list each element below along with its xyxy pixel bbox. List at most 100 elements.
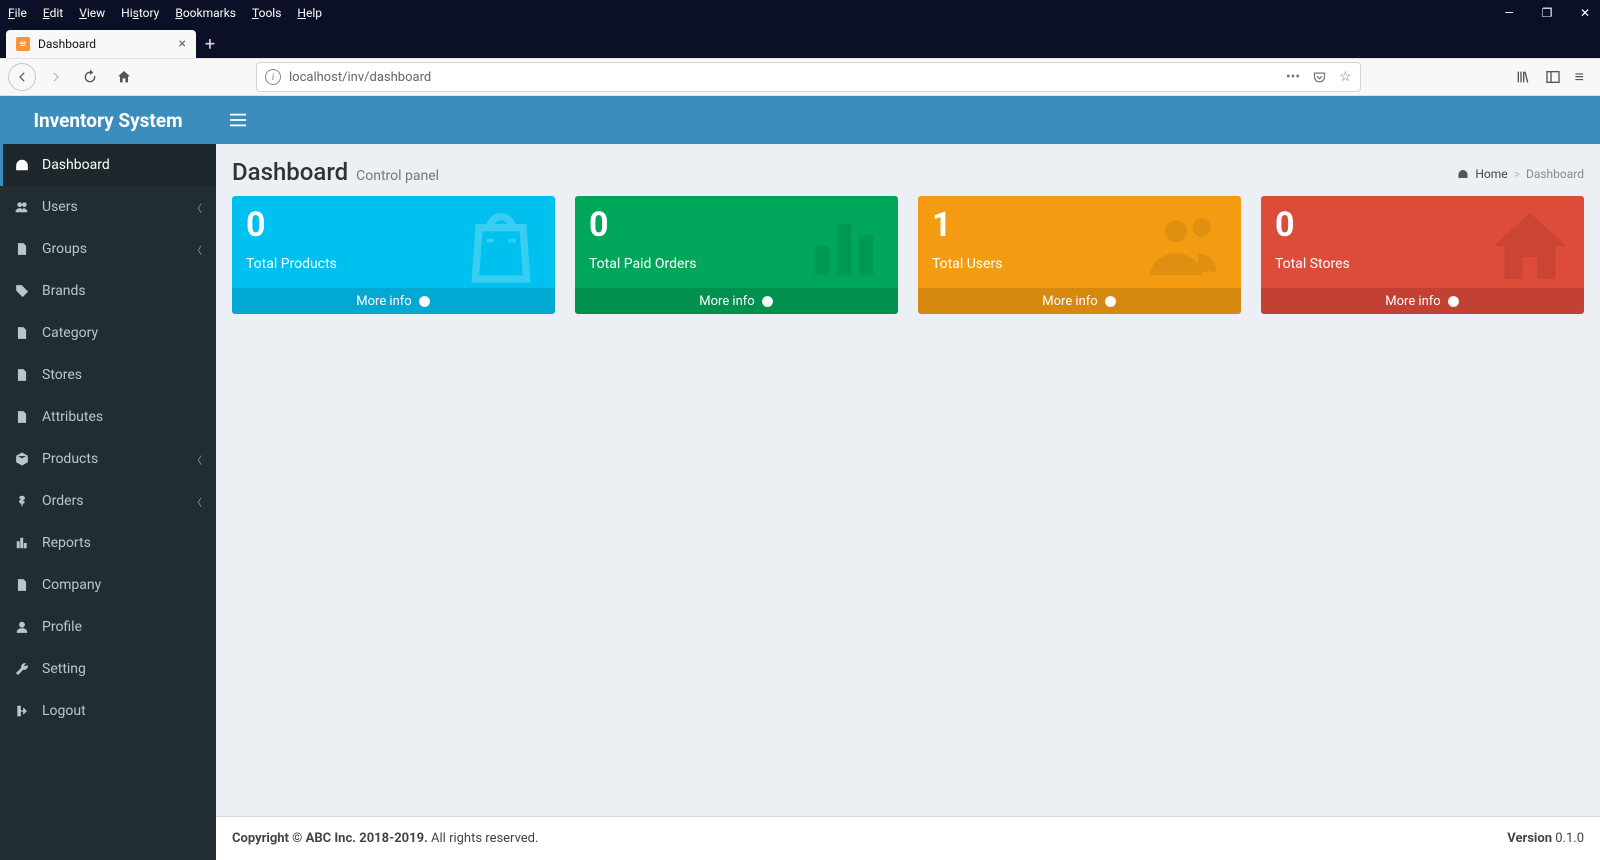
- page-subtitle: Control panel: [356, 168, 439, 184]
- file-icon: [14, 242, 30, 256]
- sidebar-item-label: Stores: [42, 367, 82, 383]
- forward-button[interactable]: [42, 63, 70, 91]
- stat-cards-row: 0Total ProductsMore info 0Total Paid Ord…: [216, 196, 1600, 314]
- stat-more-link[interactable]: More info: [918, 288, 1241, 314]
- stat-card-total-stores: 0Total StoresMore info: [1261, 196, 1584, 314]
- sidebar-item-setting[interactable]: Setting: [0, 648, 216, 690]
- app-footer: Copyright © ABC Inc. 2018-2019. All righ…: [216, 816, 1600, 860]
- chevron-left-icon: 〈: [192, 494, 202, 509]
- chevron-left-icon: 〈: [192, 242, 202, 257]
- window-controls: ― ❐ ✕: [1502, 6, 1592, 20]
- page-actions-icon[interactable]: •••: [1286, 69, 1300, 85]
- footer-version-label: Version: [1507, 831, 1552, 846]
- sidebar-item-logout[interactable]: Logout: [0, 690, 216, 732]
- stat-label: Total Paid Orders: [589, 256, 884, 272]
- back-button[interactable]: [8, 63, 36, 91]
- reload-button[interactable]: [76, 63, 104, 91]
- sidebar-collapse-button[interactable]: [230, 113, 246, 127]
- pocket-icon[interactable]: [1312, 70, 1327, 85]
- browser-tab-active[interactable]: ಱ Dashboard ×: [6, 30, 196, 58]
- library-icon[interactable]: [1515, 69, 1531, 85]
- arrow-left-icon: [15, 70, 29, 84]
- sidebar-item-label: Groups: [42, 241, 87, 257]
- tab-favicon-icon: ಱ: [16, 37, 30, 51]
- sidebar-item-groups[interactable]: Groups 〈: [0, 228, 216, 270]
- os-menubar: File Edit View History Bookmarks Tools H…: [0, 0, 1600, 26]
- new-tab-button[interactable]: +: [196, 30, 224, 58]
- footer-copyright-rest: All rights reserved.: [428, 831, 539, 846]
- site-info-icon[interactable]: i: [265, 69, 281, 85]
- tab-title: Dashboard: [38, 37, 171, 51]
- arrow-right-icon: [49, 70, 63, 84]
- brand-title[interactable]: Inventory System: [0, 96, 216, 144]
- sidebar-item-dashboard[interactable]: Dashboard: [0, 144, 216, 186]
- tab-close-icon[interactable]: ×: [179, 36, 186, 52]
- sidebar-item-stores[interactable]: Stores: [0, 354, 216, 396]
- stat-card-total-users: 1 Total Users More info: [918, 196, 1241, 314]
- close-icon[interactable]: ✕: [1578, 6, 1592, 20]
- stat-label: Total Users: [932, 256, 1227, 272]
- sidebar: Inventory System Dashboard Users〈 Groups 〈 B…: [0, 96, 216, 860]
- url-bar[interactable]: i localhost/inv/dashboard ••• ☆: [256, 62, 1361, 92]
- sidebar-item-category[interactable]: Category: [0, 312, 216, 354]
- sidebar-item-label: Company: [42, 577, 101, 593]
- sidebar-item-company[interactable]: Company: [0, 564, 216, 606]
- sidebar-item-attributes[interactable]: Attributes: [0, 396, 216, 438]
- chevron-left-icon: 〈: [192, 452, 202, 467]
- arrow-circle-right-icon: [1104, 295, 1117, 308]
- os-menu-help[interactable]: Help: [297, 6, 322, 20]
- os-menu-file[interactable]: File: [8, 6, 27, 20]
- sidebar-item-brands[interactable]: Brands: [0, 270, 216, 312]
- app-menu-icon[interactable]: ≡: [1575, 67, 1584, 87]
- breadcrumb-sep: >: [1514, 167, 1520, 181]
- breadcrumb-current: Dashboard: [1526, 167, 1584, 181]
- sidebar-item-label: Category: [42, 325, 98, 341]
- os-menu-items: File Edit View History Bookmarks Tools H…: [8, 6, 322, 20]
- sidebar-item-orders[interactable]: Orders 〈: [0, 480, 216, 522]
- app-root: Inventory System Dashboard Users〈 Groups 〈 B…: [0, 96, 1600, 860]
- sidebar-toggle-icon[interactable]: [1545, 69, 1561, 85]
- browser-tabstrip: ಱ Dashboard × +: [0, 26, 1600, 58]
- stat-more-link[interactable]: More info: [232, 288, 555, 314]
- sidebar-item-label: Orders: [42, 493, 84, 509]
- sidebar-item-label: Brands: [42, 283, 86, 299]
- user-icon: [14, 620, 30, 634]
- footer-copyright-strong: Copyright © ABC Inc. 2018-2019.: [232, 831, 428, 846]
- sidebar-item-label: Setting: [42, 661, 86, 677]
- sidebar-item-products[interactable]: Products 〈: [0, 438, 216, 480]
- os-menu-tools[interactable]: Tools: [252, 6, 281, 20]
- dashboard-icon: [14, 158, 30, 172]
- content-header: Dashboard Control panel Home > Dashboard: [216, 144, 1600, 196]
- os-menu-history[interactable]: History: [121, 6, 159, 20]
- os-menu-edit[interactable]: Edit: [43, 6, 63, 20]
- app-topbar: [216, 96, 1600, 144]
- stat-card-total-products: 0Total ProductsMore info: [232, 196, 555, 314]
- breadcrumb-home-icon: [1457, 168, 1469, 180]
- breadcrumb-home-link[interactable]: Home: [1475, 167, 1507, 181]
- bookmark-star-icon[interactable]: ☆: [1339, 69, 1352, 85]
- main-area: Dashboard Control panel Home > Dashboard…: [216, 96, 1600, 860]
- os-menu-view[interactable]: View: [79, 6, 105, 20]
- os-menu-bookmarks[interactable]: Bookmarks: [175, 6, 236, 20]
- sidebar-item-reports[interactable]: Reports: [0, 522, 216, 564]
- file-icon: [14, 410, 30, 424]
- sidebar-item-label: Products: [42, 451, 98, 467]
- minimize-icon[interactable]: ―: [1502, 6, 1516, 20]
- home-icon: [116, 69, 132, 85]
- maximize-icon[interactable]: ❐: [1540, 6, 1554, 20]
- stat-value: 1: [932, 208, 1227, 242]
- home-button[interactable]: [110, 63, 138, 91]
- stat-more-link[interactable]: More info: [1261, 288, 1584, 314]
- stat-label: Total Products: [246, 256, 541, 272]
- sidebar-item-label: Profile: [42, 619, 82, 635]
- sidebar-item-users[interactable]: Users〈: [0, 186, 216, 228]
- arrow-circle-right-icon: [761, 295, 774, 308]
- sidebar-item-profile[interactable]: Profile: [0, 606, 216, 648]
- file-icon: [14, 326, 30, 340]
- wrench-icon: [14, 662, 30, 676]
- stat-more-link[interactable]: More info: [575, 288, 898, 314]
- stat-label: Total Stores: [1275, 256, 1570, 272]
- stat-value: 0: [589, 208, 884, 242]
- sidebar-item-label: Dashboard: [42, 157, 110, 173]
- page-title: Dashboard: [232, 158, 348, 186]
